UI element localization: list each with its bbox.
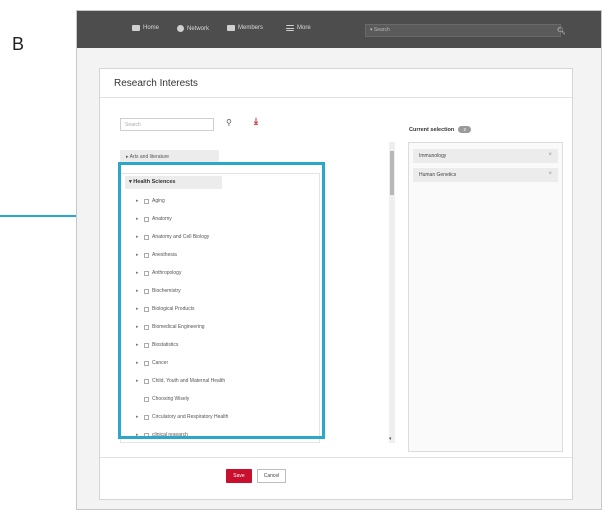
dialog-title: Research Interests — [114, 78, 198, 89]
current-selection-label: Current selection — [409, 126, 455, 133]
top-search-input[interactable]: ▾ Search — [365, 24, 561, 37]
nav-home-label: Home — [143, 25, 160, 31]
members-icon — [227, 25, 235, 31]
nav-members[interactable]: Members — [227, 25, 263, 31]
nav-more-label: More — [297, 25, 311, 31]
selection-count-badge: 2 — [458, 126, 472, 133]
nav-network-label: Network — [187, 25, 210, 32]
clear-filter-icon[interactable]: ⤓ — [254, 116, 258, 127]
scroll-down-icon[interactable]: ▾ — [389, 436, 392, 442]
search-icon[interactable]: 🔍︎ — [557, 27, 566, 35]
scrollbar-thumb[interactable] — [390, 151, 394, 195]
divider — [100, 457, 572, 458]
selected-item: Human Genetics × — [413, 168, 558, 182]
selected-item-label: Immunology — [419, 153, 447, 159]
search-icon[interactable]: ⚲ — [226, 118, 232, 127]
nav-home[interactable]: Home — [132, 25, 159, 31]
selected-item-label: Human Genetics — [419, 172, 457, 178]
remove-icon[interactable]: × — [548, 152, 552, 158]
selected-item: Immunology × — [413, 149, 558, 163]
remove-icon[interactable]: × — [548, 171, 552, 177]
highlight-box — [118, 162, 325, 439]
nav-network[interactable]: Network — [177, 25, 209, 32]
network-icon — [177, 25, 184, 32]
current-selection-panel — [408, 142, 563, 452]
interest-search-input[interactable]: Search — [120, 118, 214, 131]
menu-icon — [286, 25, 294, 31]
cancel-button[interactable]: Cancel — [257, 469, 286, 483]
top-navigation-bar: Home Network Members More ▾ Search 🔍︎ — [77, 11, 601, 48]
nav-more[interactable]: More — [286, 25, 311, 31]
save-button[interactable]: Save — [226, 469, 252, 483]
home-icon — [132, 25, 140, 31]
nav-members-label: Members — [238, 25, 264, 31]
current-selection-header: Current selection 2 — [409, 126, 472, 133]
divider — [100, 97, 572, 98]
panel-letter: B — [12, 34, 25, 54]
